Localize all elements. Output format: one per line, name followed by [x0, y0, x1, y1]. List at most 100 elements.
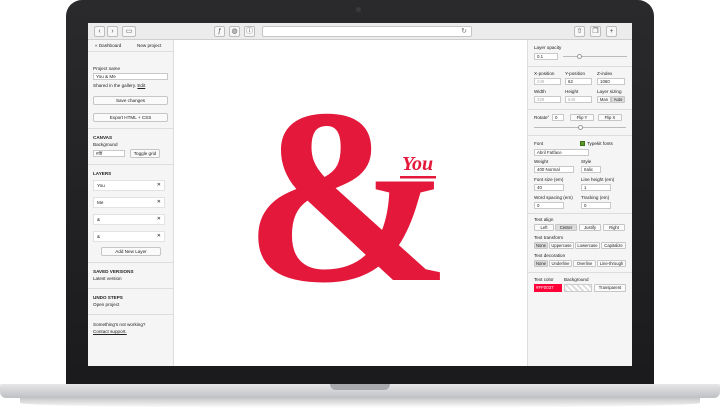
transform-label: Text transform: [534, 235, 564, 240]
remove-layer-icon[interactable]: ✕: [157, 198, 161, 207]
save-changes-button[interactable]: Save changes: [93, 96, 168, 105]
lineheight-input[interactable]: 1: [581, 184, 611, 191]
url-bar[interactable]: ↻: [262, 26, 472, 37]
decoration-none-button[interactable]: None: [534, 260, 548, 267]
transform-uppercase-button[interactable]: Uppercase: [549, 242, 574, 249]
layer-row[interactable]: Me ✕: [93, 197, 165, 208]
style-select[interactable]: Italic: [581, 166, 601, 173]
share-icon[interactable]: ⇧: [574, 26, 585, 37]
transform-none-button[interactable]: None: [534, 242, 548, 249]
sidebar-icon[interactable]: ▭: [122, 26, 136, 37]
export-button[interactable]: Export HTML + CSS: [93, 113, 168, 122]
decoration-linethrough-button[interactable]: Line-through: [597, 260, 626, 267]
divider: [88, 164, 174, 165]
dashboard-link[interactable]: « Dashboard: [95, 42, 121, 49]
typekit-checkbox[interactable]: [580, 141, 585, 146]
design-canvas[interactable]: & You Me: [174, 40, 527, 366]
saved-versions-heading: SAVED VERSIONS: [93, 269, 134, 274]
rotate-slider-knob[interactable]: [577, 125, 583, 130]
add-tab-icon[interactable]: +: [606, 26, 617, 37]
layer-row[interactable]: & ✕: [93, 214, 165, 225]
shared-text: Shared in the gallery. Edit: [93, 83, 145, 89]
fontsize-label: Font size (em): [534, 177, 564, 182]
artwork: & You Me: [244, 58, 452, 335]
divider: [528, 213, 632, 214]
layer-row[interactable]: You ✕: [93, 180, 165, 191]
shared-label: Shared in the gallery.: [93, 83, 137, 88]
font-label: Font: [534, 141, 544, 146]
sizing-man-button[interactable]: Man: [597, 96, 611, 103]
font-select[interactable]: Abril Fatface: [534, 149, 589, 156]
edit-link[interactable]: Edit: [137, 83, 145, 88]
back-icon[interactable]: ‹: [94, 26, 105, 37]
align-left-button[interactable]: Left: [534, 224, 554, 231]
remove-layer-icon[interactable]: ✕: [157, 181, 161, 190]
forward-icon[interactable]: ›: [107, 26, 118, 37]
transparent-button[interactable]: Transparent: [594, 284, 626, 292]
decoration-overline-button[interactable]: Overline: [573, 260, 596, 267]
divider: [88, 288, 174, 289]
divider: [528, 66, 632, 67]
align-justify-button[interactable]: Justify: [579, 224, 601, 231]
reload-icon[interactable]: ↻: [461, 27, 467, 36]
background-color-swatch[interactable]: [564, 284, 592, 292]
xpos-label: X-position: [534, 71, 555, 76]
height-input[interactable]: 640: [565, 96, 592, 103]
opacity-input[interactable]: 0.1: [534, 53, 558, 60]
ypos-input[interactable]: 62: [565, 78, 592, 85]
open-project-step[interactable]: Open project: [93, 302, 119, 308]
wordspacing-input[interactable]: 0: [534, 202, 564, 209]
weight-select[interactable]: 400 Normal: [534, 166, 574, 173]
flip-y-button[interactable]: Flip Y: [570, 114, 594, 121]
grid-icon[interactable]: ◍: [229, 26, 240, 37]
me-text[interactable]: Me: [356, 306, 376, 321]
new-project-link[interactable]: New project: [137, 42, 161, 49]
background-input[interactable]: #fff: [93, 150, 125, 157]
opacity-slider-knob[interactable]: [576, 54, 582, 59]
camera-icon: [356, 7, 361, 12]
width-input[interactable]: 328: [534, 96, 561, 103]
left-panel: « Dashboard New project Project name You…: [88, 40, 174, 366]
decoration-underline-button[interactable]: Underline: [549, 260, 572, 267]
toggle-grid-button[interactable]: Toggle grid: [130, 149, 160, 158]
divider: [88, 128, 174, 129]
zindex-label: Z-index: [597, 71, 613, 76]
left-panel-header: « Dashboard New project: [88, 40, 174, 52]
divider: [528, 135, 632, 136]
zindex-input[interactable]: 1060: [597, 78, 625, 85]
contact-support-link[interactable]: Contact support.: [93, 329, 127, 335]
tabs-icon[interactable]: ❐: [590, 26, 601, 37]
sizing-label: Layer sizing: [597, 89, 622, 94]
canvas-heading: CANVAS: [93, 135, 113, 140]
info-icon[interactable]: ⓘ: [244, 26, 255, 37]
flip-x-button[interactable]: Flip X: [598, 114, 622, 121]
rotate-input[interactable]: 0: [552, 114, 564, 121]
lineheight-label: Line height (em): [581, 177, 615, 182]
add-layer-button[interactable]: Add New Layer: [101, 247, 161, 256]
layer-label: You: [97, 183, 105, 188]
opacity-slider[interactable]: [563, 56, 627, 57]
fontsize-input[interactable]: 40: [534, 184, 564, 191]
script-icon[interactable]: ƒ: [214, 26, 225, 37]
layer-label: Me: [97, 200, 104, 205]
project-name-input[interactable]: You & Me: [93, 73, 168, 80]
latest-version-link[interactable]: Latest version: [93, 276, 122, 282]
ypos-label: Y-position: [565, 71, 586, 76]
sizing-auto-button[interactable]: Auto: [611, 96, 625, 103]
ampersand-glyph[interactable]: &: [244, 58, 452, 335]
transform-capitalize-button[interactable]: Capitalize: [601, 242, 626, 249]
you-text[interactable]: You: [402, 153, 433, 175]
screen: ‹ › ▭ ƒ ◍ ⓘ ↻ ⇧ ❐ + « Dashboard New proj…: [88, 23, 632, 366]
text-color-swatch[interactable]: #FF0037: [534, 284, 562, 292]
layer-row[interactable]: & ✕: [93, 231, 165, 242]
tracking-input[interactable]: 0: [581, 202, 611, 209]
typekit-label: Typekit fonts: [587, 141, 613, 146]
xpos-input[interactable]: 249: [534, 78, 561, 85]
decoration-label: Text decoration: [534, 253, 566, 258]
not-working-text: Something's not working?: [93, 322, 146, 327]
remove-layer-icon[interactable]: ✕: [157, 215, 161, 224]
align-right-button[interactable]: Right: [603, 224, 625, 231]
transform-lowercase-button[interactable]: Lowercase: [575, 242, 600, 249]
align-center-button[interactable]: Center: [555, 224, 577, 231]
remove-layer-icon[interactable]: ✕: [157, 232, 161, 241]
